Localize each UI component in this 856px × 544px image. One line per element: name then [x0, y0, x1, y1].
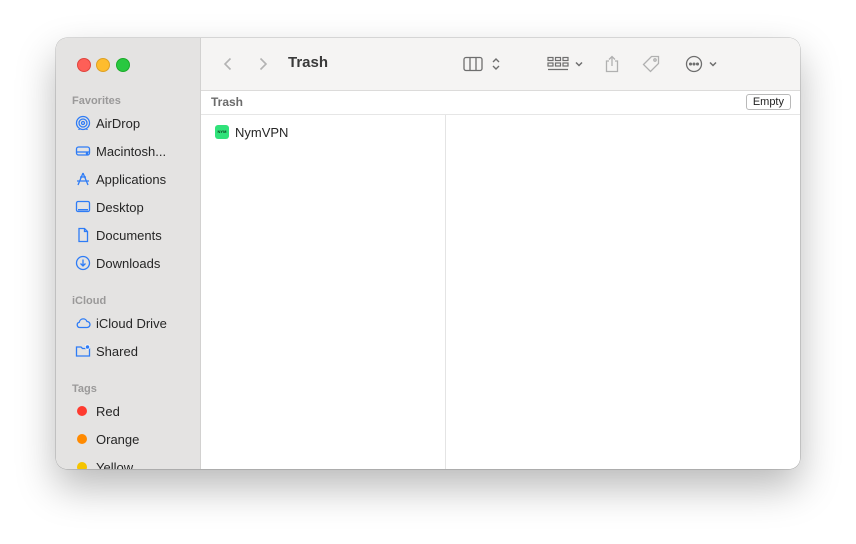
sidebar-item-desktop[interactable]: Desktop: [68, 195, 194, 219]
sidebar-item-downloads[interactable]: Downloads: [68, 251, 194, 275]
sidebar-item-tag-yellow[interactable]: Yellow: [68, 455, 194, 469]
trash-header-label: Trash: [211, 95, 244, 109]
group-grid-icon: [546, 56, 569, 71]
sidebar-item-airdrop[interactable]: AirDrop: [68, 111, 194, 135]
columns-view-icon: [463, 56, 483, 72]
chevron-updown-icon: [492, 58, 500, 70]
sidebar-item-label: iCloud Drive: [96, 315, 167, 331]
empty-trash-button[interactable]: Empty: [745, 94, 791, 110]
back-button[interactable]: [219, 52, 237, 76]
sidebar-item-label: AirDrop: [96, 115, 141, 131]
nymvpn-app-icon: NYM: [215, 125, 229, 139]
sidebar-item-label: Orange: [96, 431, 140, 447]
sidebar-item-label: Applications: [96, 171, 167, 187]
red-tag-dot-icon: [77, 406, 87, 416]
group-button[interactable]: [545, 52, 585, 76]
applications-icon: [74, 170, 92, 188]
section-label-icloud: iCloud: [72, 295, 107, 307]
minimize-window-button[interactable]: [96, 58, 110, 72]
share-button[interactable]: [601, 52, 623, 76]
chevron-down-icon: [574, 61, 583, 67]
ellipsis-circle-icon: [685, 55, 702, 73]
orange-tag-dot-icon: [77, 434, 87, 444]
close-window-button[interactable]: [77, 58, 91, 72]
file-item[interactable]: NYM NymVPN: [215, 123, 288, 141]
chevron-down-icon: [708, 61, 717, 67]
sidebar-item-shared[interactable]: Shared: [68, 339, 194, 363]
sidebar-item-tag-red[interactable]: Red: [68, 399, 194, 423]
tags-button[interactable]: [640, 52, 662, 76]
sidebar-item-tag-orange[interactable]: Orange: [68, 427, 194, 451]
download-icon: [74, 254, 92, 272]
file-column: NYM NymVPN: [201, 115, 446, 469]
zoom-window-button[interactable]: [116, 58, 130, 72]
share-icon: [605, 55, 619, 73]
yellow-tag-dot-icon: [77, 462, 87, 469]
sidebar-item-label: Yellow: [96, 459, 134, 470]
sidebar-item-icloud-drive[interactable]: iCloud Drive: [68, 311, 194, 335]
sidebar-item-documents[interactable]: Documents: [68, 223, 194, 247]
view-mode-button[interactable]: [460, 52, 504, 76]
sidebar: Favorites AirDrop Macintosh... Applicati…: [56, 38, 201, 469]
document-icon: [74, 226, 92, 244]
cloud-icon: [74, 314, 92, 332]
shared-folder-icon: [74, 342, 92, 360]
toolbar: Trash: [201, 38, 800, 91]
sidebar-item-label: Desktop: [96, 199, 144, 215]
section-label-tags: Tags: [72, 383, 97, 395]
file-name: NymVPN: [235, 124, 289, 140]
trash-header-bar: Trash Empty: [201, 91, 800, 115]
forward-button[interactable]: [254, 52, 272, 76]
sidebar-item-label: Macintosh...: [96, 143, 167, 159]
chevron-left-icon: [223, 57, 232, 71]
main-content: Trash Trash Empty NYM NymVPN: [201, 38, 800, 469]
sidebar-item-macintosh-hd[interactable]: Macintosh...: [68, 139, 194, 163]
section-label-favorites: Favorites: [72, 95, 121, 107]
sidebar-item-applications[interactable]: Applications: [68, 167, 194, 191]
desktop-icon: [74, 198, 92, 216]
finder-window: Favorites AirDrop Macintosh... Applicati…: [56, 38, 800, 469]
chevron-right-icon: [259, 57, 268, 71]
more-actions-button[interactable]: [682, 52, 720, 76]
tag-icon: [642, 55, 660, 73]
sidebar-item-label: Shared: [96, 343, 138, 359]
airdrop-icon: [74, 114, 92, 132]
sidebar-item-label: Downloads: [96, 255, 161, 271]
sidebar-item-label: Red: [96, 403, 120, 419]
hard-drive-icon: [74, 142, 92, 160]
sidebar-item-label: Documents: [96, 227, 162, 243]
window-title: Trash: [288, 54, 329, 71]
